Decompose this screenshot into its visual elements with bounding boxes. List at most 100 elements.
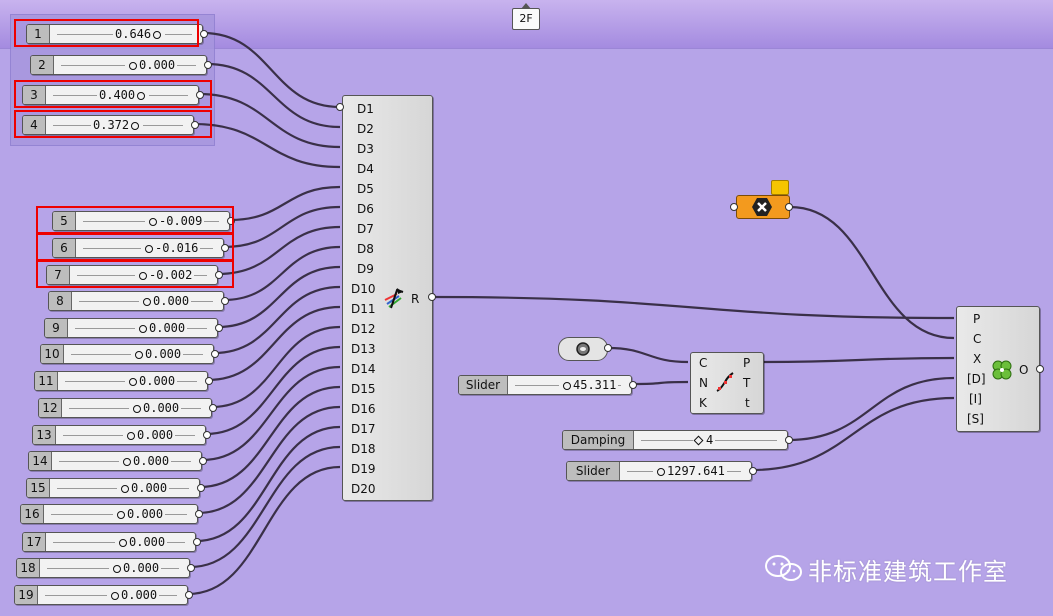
output-pin[interactable] bbox=[193, 538, 201, 546]
number-slider-19[interactable]: 19 0.000 bbox=[14, 585, 193, 605]
slider-value-wrap[interactable]: 0.000 bbox=[107, 586, 160, 604]
port-d4[interactable]: D4 bbox=[357, 162, 374, 176]
port-d19[interactable]: D19 bbox=[351, 462, 376, 476]
grasshopper-canvas[interactable]: 2F 1 0.646 2 0.000 3 0.400 4 0.372 5 -0.… bbox=[0, 0, 1053, 616]
number-slider-13[interactable]: 13 0.000 bbox=[32, 425, 211, 445]
solver-component[interactable]: P C X [D] [I] [S] O bbox=[956, 306, 1040, 432]
output-pin[interactable] bbox=[185, 591, 193, 599]
slider-knob-icon[interactable] bbox=[127, 431, 135, 440]
slider-value-wrap[interactable]: 0.000 bbox=[117, 479, 170, 497]
number-slider-11[interactable]: 11 0.000 bbox=[34, 371, 213, 391]
port-k[interactable]: K bbox=[699, 396, 707, 410]
input-pin[interactable] bbox=[730, 203, 738, 211]
output-pin[interactable] bbox=[749, 467, 757, 475]
slider-value-wrap[interactable]: 1297.641 bbox=[653, 462, 727, 480]
port-d18[interactable]: D18 bbox=[351, 442, 376, 456]
slider-value-wrap[interactable]: 0.000 bbox=[113, 505, 166, 523]
message-balloon-icon[interactable] bbox=[771, 180, 789, 195]
port-x[interactable]: X bbox=[973, 352, 981, 366]
port-d20[interactable]: D20 bbox=[351, 482, 376, 496]
port-d2[interactable]: D2 bbox=[357, 122, 374, 136]
port-d9[interactable]: D9 bbox=[357, 262, 374, 276]
port-r[interactable]: R bbox=[411, 292, 419, 306]
number-slider-14[interactable]: 14 0.000 bbox=[28, 451, 207, 471]
number-slider-8[interactable]: 8 0.000 bbox=[48, 291, 229, 311]
slider-knob-icon[interactable] bbox=[111, 591, 119, 600]
port-d7[interactable]: D7 bbox=[357, 222, 374, 236]
output-pin[interactable] bbox=[785, 436, 793, 444]
number-slider-16[interactable]: 16 0.000 bbox=[20, 504, 203, 524]
port-n[interactable]: N bbox=[699, 376, 708, 390]
output-pin[interactable] bbox=[428, 293, 436, 301]
slider-value-wrap[interactable]: 0.000 bbox=[109, 559, 162, 577]
slider-1297[interactable]: Slider 1297.641 bbox=[566, 461, 757, 481]
slider-knob-icon[interactable] bbox=[129, 377, 137, 386]
damping-slider[interactable]: Damping 4 bbox=[562, 430, 793, 450]
port-d1[interactable]: D1 bbox=[357, 102, 374, 116]
slider-value-wrap[interactable]: 0.000 bbox=[139, 292, 192, 310]
output-pin[interactable] bbox=[211, 350, 219, 358]
number-slider-15[interactable]: 15 0.000 bbox=[26, 478, 205, 498]
number-slider-17[interactable]: 17 0.000 bbox=[22, 532, 201, 552]
divide-curve-component[interactable]: C N K P T t bbox=[690, 352, 764, 414]
slider-knob-icon[interactable] bbox=[121, 484, 129, 493]
port-d17[interactable]: D17 bbox=[351, 422, 376, 436]
output-pin[interactable] bbox=[215, 324, 223, 332]
slider-value-wrap[interactable]: 0.000 bbox=[125, 372, 178, 390]
slider-knob-icon[interactable] bbox=[123, 457, 131, 466]
output-pin[interactable] bbox=[197, 484, 205, 492]
port-p[interactable]: P bbox=[743, 356, 750, 370]
port-d16[interactable]: D16 bbox=[351, 402, 376, 416]
slider-knob-icon[interactable] bbox=[129, 61, 137, 70]
port-t-small[interactable]: t bbox=[745, 396, 750, 410]
output-pin[interactable] bbox=[200, 30, 208, 38]
port-d13[interactable]: D13 bbox=[351, 342, 376, 356]
output-pin[interactable] bbox=[209, 404, 217, 412]
slider-knob-icon[interactable] bbox=[113, 564, 121, 573]
slider-value-wrap[interactable]: 0.000 bbox=[119, 452, 172, 470]
output-pin[interactable] bbox=[187, 564, 195, 572]
port-d12[interactable]: D12 bbox=[351, 322, 376, 336]
port-s[interactable]: [S] bbox=[967, 412, 984, 426]
output-pin[interactable] bbox=[629, 381, 637, 389]
port-t[interactable]: T bbox=[743, 376, 750, 390]
port-c[interactable]: C bbox=[973, 332, 981, 346]
output-pin[interactable] bbox=[604, 344, 612, 352]
slider-value-wrap[interactable]: 0.000 bbox=[115, 533, 168, 551]
output-pin[interactable] bbox=[785, 203, 793, 211]
number-slider-12[interactable]: 12 0.000 bbox=[38, 398, 217, 418]
curve-parameter[interactable] bbox=[558, 337, 608, 361]
slider-value-wrap[interactable]: 0.000 bbox=[131, 345, 184, 363]
port-i[interactable]: [I] bbox=[969, 392, 982, 406]
output-pin[interactable] bbox=[199, 457, 207, 465]
diamond-knob-icon[interactable] bbox=[693, 435, 704, 446]
slider-knob-icon[interactable] bbox=[139, 324, 147, 333]
output-pin[interactable] bbox=[205, 377, 213, 385]
slider-knob-icon[interactable] bbox=[143, 297, 151, 306]
slider-knob-icon[interactable] bbox=[133, 404, 141, 413]
slider-45[interactable]: Slider 45.311 bbox=[458, 375, 637, 395]
port-d5[interactable]: D5 bbox=[357, 182, 374, 196]
output-pin[interactable] bbox=[203, 431, 211, 439]
slider-knob-icon[interactable] bbox=[563, 381, 571, 390]
port-d[interactable]: [D] bbox=[967, 372, 986, 386]
number-slider-2[interactable]: 2 0.000 bbox=[30, 55, 212, 75]
number-slider-9[interactable]: 9 0.000 bbox=[44, 318, 223, 338]
output-pin[interactable] bbox=[204, 61, 212, 69]
slider-value-wrap[interactable]: 4 bbox=[693, 431, 716, 449]
slider-knob-icon[interactable] bbox=[117, 510, 125, 519]
port-d14[interactable]: D14 bbox=[351, 362, 376, 376]
port-p[interactable]: P bbox=[973, 312, 980, 326]
port-o[interactable]: O bbox=[1019, 363, 1028, 377]
slider-value-wrap[interactable]: 45.311 bbox=[559, 376, 619, 394]
slider-value-wrap[interactable]: 0.000 bbox=[129, 399, 182, 417]
slider-value-wrap[interactable]: 0.000 bbox=[125, 56, 178, 74]
port-d8[interactable]: D8 bbox=[357, 242, 374, 256]
port-d10[interactable]: D10 bbox=[351, 282, 376, 296]
slider-value-wrap[interactable]: 0.000 bbox=[123, 426, 176, 444]
port-d11[interactable]: D11 bbox=[351, 302, 376, 316]
output-pin[interactable] bbox=[221, 297, 229, 305]
slider-value-wrap[interactable]: 0.000 bbox=[135, 319, 188, 337]
number-slider-18[interactable]: 18 0.000 bbox=[16, 558, 195, 578]
output-pin[interactable] bbox=[1036, 365, 1044, 373]
